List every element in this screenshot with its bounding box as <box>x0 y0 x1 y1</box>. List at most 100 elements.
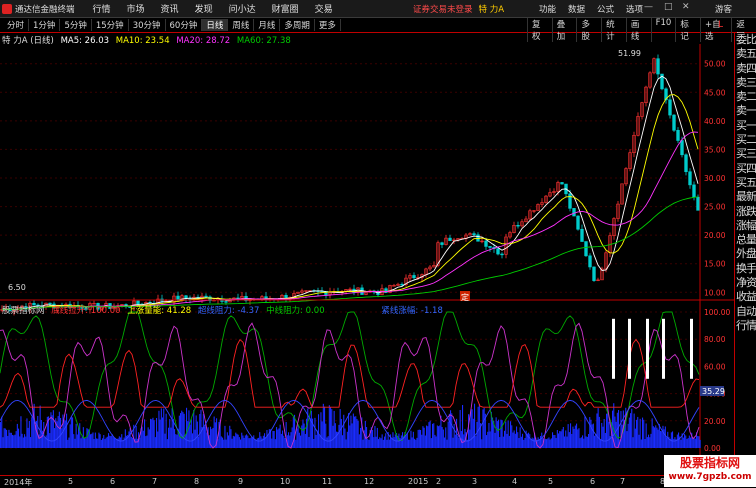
side-item-14[interactable]: 总量 <box>735 233 756 247</box>
indicator-bar <box>495 417 497 448</box>
trade-login-alert[interactable]: 证券交易未登录特 力A <box>413 3 504 15</box>
tool-f10-button[interactable]: F10 <box>650 18 676 42</box>
indicator-bar <box>308 436 310 448</box>
tab-5min[interactable]: 5分钟 <box>60 19 92 31</box>
tool-mark-button[interactable]: 标记 <box>675 18 700 42</box>
candle-body <box>588 255 592 268</box>
indicator-bar <box>578 428 580 448</box>
minimize-icon[interactable]: — <box>644 2 653 12</box>
tab-monthly[interactable]: 月线 <box>254 19 281 31</box>
tool-add-favorite-button[interactable]: +自选 <box>700 18 731 42</box>
side-item-20[interactable]: 自动 <box>735 305 756 319</box>
side-item-7[interactable]: 买二 <box>735 133 756 147</box>
tool-draw-button[interactable]: 画线 <box>625 18 651 42</box>
tool-fuquan-button[interactable]: 复权 <box>527 18 552 42</box>
kline-chart[interactable]: 50.00 45.00 40.00 35.00 30.00 25.00 20.00 15.00… <box>0 44 734 475</box>
indicator-bar <box>499 437 501 448</box>
indicator-bar <box>544 438 546 448</box>
indicator-bar <box>618 410 620 448</box>
candle-body <box>488 246 492 248</box>
side-item-5[interactable]: 卖一 <box>735 104 756 118</box>
side-item-2[interactable]: 卖四 <box>735 62 756 76</box>
tool-stats-button[interactable]: 统计 <box>601 18 626 42</box>
tab-30min[interactable]: 30分钟 <box>129 19 166 31</box>
tab-more[interactable]: 更多 <box>315 19 341 31</box>
tab-multi-period[interactable]: 多周期 <box>280 19 315 31</box>
side-item-21[interactable]: 行情 <box>735 319 756 333</box>
indicator-bar <box>19 436 21 448</box>
tab-15min[interactable]: 15分钟 <box>92 19 129 31</box>
side-item-6[interactable]: 买一 <box>735 119 756 133</box>
menu-item-wenxiaoda[interactable]: 问小达 <box>221 2 264 15</box>
indicator-bar <box>96 438 98 448</box>
indicator-bar <box>141 426 143 448</box>
side-item-16[interactable]: 换手 <box>735 262 756 276</box>
candle-body <box>412 275 416 279</box>
indicator-bar <box>631 408 633 448</box>
indicator-bar <box>123 437 125 448</box>
menu-item-hangqing[interactable]: 行情 <box>85 2 119 15</box>
indicator-bar <box>633 413 635 448</box>
indicator-bar <box>646 437 648 448</box>
menu-item-shuju[interactable]: 数据 <box>562 3 591 15</box>
close-icon[interactable]: ✕ <box>682 2 690 12</box>
side-item-15[interactable]: 外盘 <box>735 247 756 261</box>
menu-item-gongshi[interactable]: 公式 <box>591 3 620 15</box>
menu-item-zixun[interactable]: 资讯 <box>153 2 187 15</box>
indicator-bar <box>688 435 690 448</box>
side-item-8[interactable]: 买三 <box>735 147 756 161</box>
menu-item-shichang[interactable]: 市场 <box>119 2 153 15</box>
tab-fenshi[interactable]: 分时 <box>3 19 30 31</box>
indicator-bar <box>502 436 504 448</box>
indicator-bar <box>111 434 113 448</box>
tab-1min[interactable]: 1分钟 <box>29 19 61 31</box>
side-item-3[interactable]: 卖三 <box>735 76 756 90</box>
indicator-bar <box>145 436 147 448</box>
menu-item-caifuquan[interactable]: 财富圈 <box>264 2 307 15</box>
side-item-10[interactable]: 买五 <box>735 176 756 190</box>
indicator-bar <box>577 429 579 448</box>
tab-daily[interactable]: 日线 <box>202 19 229 31</box>
indicator-bar <box>212 427 214 448</box>
indicator-bar <box>313 438 315 448</box>
side-item-4[interactable]: 卖二 <box>735 90 756 104</box>
indicator-bar <box>358 434 360 448</box>
indicator-bar <box>142 430 144 448</box>
indicator-bar <box>523 439 525 448</box>
tab-60min[interactable]: 60分钟 <box>166 19 203 31</box>
indicator-bar <box>27 427 29 448</box>
tab-weekly[interactable]: 周线 <box>228 19 255 31</box>
indicator-bar <box>570 423 572 448</box>
indicator-bar <box>678 432 680 448</box>
tool-overlay-button[interactable]: 叠加 <box>551 18 577 42</box>
indicator-bar <box>260 436 262 448</box>
indicator-bar <box>100 439 102 448</box>
side-item-18[interactable]: 收益 <box>735 290 756 304</box>
menu-item-gongneng[interactable]: 功能 <box>533 3 562 15</box>
guest-login[interactable]: 游客 <box>715 3 732 15</box>
side-item-0[interactable]: 委比 <box>735 33 756 47</box>
indicator-bar <box>124 429 126 448</box>
indicator-bar <box>6 429 8 448</box>
side-item-13[interactable]: 涨幅 <box>735 219 756 233</box>
indicator-bar <box>214 422 216 448</box>
alert-stock: 特 力A <box>478 5 505 15</box>
side-item-12[interactable]: 涨跌 <box>735 205 756 219</box>
indicator-bar <box>517 432 519 448</box>
menu-item-jiaoyi[interactable]: 交易 <box>307 2 341 15</box>
indicator-bar <box>506 433 508 448</box>
date-label-5: 9 <box>238 477 244 486</box>
side-item-11[interactable]: 最新 <box>735 190 756 204</box>
side-item-17[interactable]: 净资 <box>735 276 756 290</box>
indicator-bar <box>583 438 585 448</box>
indicator-bar <box>489 431 491 448</box>
side-item-1[interactable]: 卖五 <box>735 47 756 61</box>
menu-item-faxian[interactable]: 发现 <box>187 2 221 15</box>
indicator-bar <box>271 438 273 448</box>
candles <box>0 54 700 316</box>
maximize-icon[interactable]: □ <box>664 2 673 12</box>
indicator-bar <box>139 437 141 448</box>
side-item-9[interactable]: 买四 <box>735 162 756 176</box>
indicator-bar <box>129 428 131 448</box>
tool-multi-stock-button[interactable]: 多股 <box>576 18 601 42</box>
